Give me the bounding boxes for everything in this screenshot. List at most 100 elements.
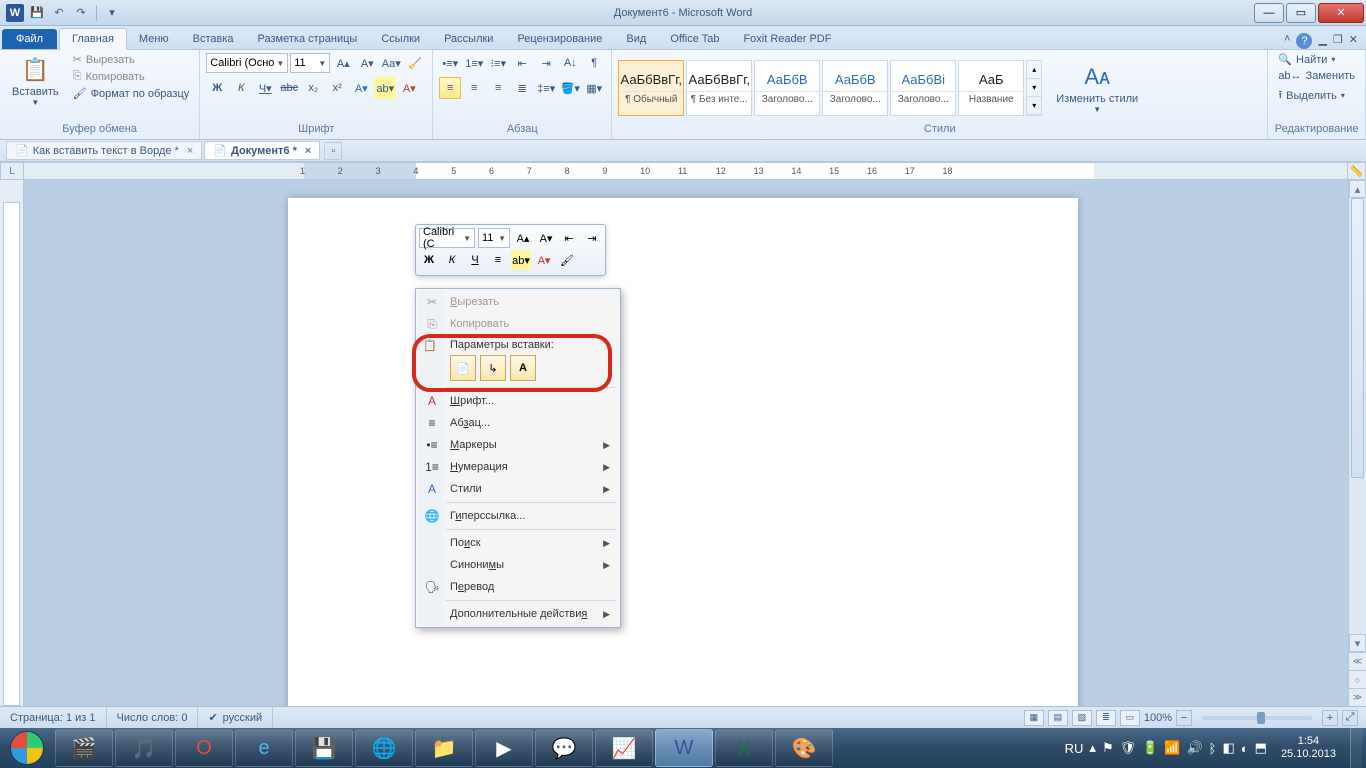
text-effects-icon[interactable]: A▾ [350,77,372,99]
taskbar-app-opera[interactable]: O [175,729,233,767]
redo-icon[interactable]: ↷ [72,4,90,22]
view-print-layout-icon[interactable]: ▦ [1024,710,1044,726]
zoom-in-button[interactable]: + [1322,710,1338,726]
tab-foxit[interactable]: Foxit Reader PDF [731,29,843,49]
horizontal-ruler[interactable] [24,162,1348,180]
ribbon-window-min-icon[interactable]: ▁ [1318,33,1326,49]
close-tab-icon[interactable]: × [305,145,311,157]
mini-increase-indent-icon[interactable]: ⇥ [582,228,602,248]
taskbar-app-mpc[interactable]: 🎬 [55,729,113,767]
align-justify-icon[interactable]: ≣ [511,77,533,99]
taskbar-app-excel[interactable]: X [715,729,773,767]
next-page-icon[interactable]: ≫ [1349,688,1366,706]
help-icon[interactable]: ? [1296,33,1312,49]
underline-button[interactable]: Ч▾ [254,77,276,99]
taskbar-app-paint[interactable]: 🎨 [775,729,833,767]
paste-button[interactable]: 📋 Вставить ▼ [6,52,65,109]
mini-bold-button[interactable]: Ж [419,250,439,270]
vertical-ruler[interactable] [0,180,24,706]
doc-tab-2[interactable]: 📄Документ6 *× [204,141,320,160]
mini-font-color-icon[interactable]: A▾ [534,250,554,270]
tray-show-hidden-icon[interactable]: ▴ [1089,740,1096,756]
bullets-icon[interactable]: •≡▾ [439,52,461,74]
mini-underline-button[interactable]: Ч [465,250,485,270]
tab-home[interactable]: Главная [59,28,127,50]
tab-layout[interactable]: Разметка страницы [246,29,370,49]
status-page[interactable]: Страница: 1 из 1 [0,707,107,728]
mini-size-combo[interactable]: 11▼ [478,228,510,248]
mini-shrink-font-icon[interactable]: A▾ [536,228,556,248]
sort-icon[interactable]: A↓ [559,52,581,74]
ctx-paragraph[interactable]: ≡Абзац... [418,412,618,434]
align-left-icon[interactable]: ≡ [439,77,461,99]
align-center-icon[interactable]: ≡ [463,77,485,99]
ctx-font[interactable]: AШрифт... [418,390,618,412]
zoom-level[interactable]: 100% [1144,712,1172,724]
style-item[interactable]: АаБбВвГг,¶ Обычный [618,60,684,116]
ribbon-window-close-icon[interactable]: ✕ [1349,33,1358,49]
style-item[interactable]: АаБбВвГг,¶ Без инте... [686,60,752,116]
subscript-button[interactable]: x₂ [302,77,324,99]
taskbar-app-save[interactable]: 💾 [295,729,353,767]
replace-button[interactable]: ab↔Заменить [1274,69,1359,83]
close-button[interactable]: ✕ [1318,3,1364,23]
ctx-synonyms[interactable]: Синонимы▶ [418,554,618,576]
taskbar-app-word[interactable]: W [655,729,713,767]
grow-font-icon[interactable]: A▴ [332,52,354,74]
vertical-scrollbar[interactable]: ▴ ▾ ≪ ○ ≫ [1348,180,1366,706]
zoom-knob[interactable] [1257,712,1265,724]
tray-battery-icon[interactable]: 🔋 [1142,740,1158,756]
tab-view[interactable]: Вид [614,29,658,49]
scroll-down-icon[interactable]: ▾ [1349,634,1366,652]
show-desktop-button[interactable] [1350,728,1362,768]
increase-indent-icon[interactable]: ⇥ [535,52,557,74]
shrink-font-icon[interactable]: A▾ [356,52,378,74]
font-color-icon[interactable]: A▾ [398,77,420,99]
qat-customize-icon[interactable]: ▾ [103,4,121,22]
doc-tab-1[interactable]: 📄Как вставить текст в Ворде *× [6,141,202,160]
style-item[interactable]: АаБбВЗаголово... [754,60,820,116]
maximize-button[interactable]: ▭ [1286,3,1316,23]
italic-button[interactable]: К [230,77,252,99]
ctx-hyperlink[interactable]: 🌐Гиперссылка... [418,505,618,527]
ctx-translate[interactable]: 🗣Перевод [418,576,618,598]
multilevel-icon[interactable]: ⁝≡▾ [487,52,509,74]
mini-font-combo[interactable]: Calibri (С▼ [419,228,475,248]
view-web-icon[interactable]: ▧ [1072,710,1092,726]
mini-decrease-indent-icon[interactable]: ⇤ [559,228,579,248]
ctx-numbering[interactable]: 1≡Нумерация▶ [418,456,618,478]
tray-misc1-icon[interactable]: ◧ [1222,740,1234,756]
tray-misc3-icon[interactable]: ⬒ [1255,740,1267,756]
cut-button[interactable]: ✂Вырезать [69,52,194,67]
new-doc-tab[interactable]: ▫ [324,142,342,160]
tray-volume-icon[interactable]: 🔊 [1186,740,1202,756]
ribbon-minimize-icon[interactable]: ˄ [1284,33,1290,49]
taskbar-app-chrome[interactable]: 🌐 [355,729,413,767]
bold-button[interactable]: Ж [206,77,228,99]
file-tab[interactable]: Файл [2,29,57,49]
taskbar-app-msn[interactable]: 💬 [535,729,593,767]
tab-officetab[interactable]: Office Tab [658,29,731,49]
ctx-styles[interactable]: AСтили▶ [418,478,618,500]
minimize-button[interactable]: — [1254,3,1284,23]
taskbar-app-ie[interactable]: e [235,729,293,767]
prev-page-icon[interactable]: ≪ [1349,652,1366,670]
taskbar-app-aimp[interactable]: 🎵 [115,729,173,767]
zoom-out-button[interactable]: − [1176,710,1192,726]
tray-lang[interactable]: RU [1065,741,1084,756]
shading-icon[interactable]: 🪣▾ [559,77,581,99]
change-styles-button[interactable]: Aᴀ Изменить стили ▼ [1050,59,1144,116]
zoom-fit-button[interactable]: ⤢ [1342,710,1358,726]
taskbar-app-explorer[interactable]: 📁 [415,729,473,767]
font-size-combo[interactable]: 11▼ [290,53,330,73]
tray-misc2-icon[interactable]: ◐ [1241,741,1249,756]
tab-mailings[interactable]: Рассылки [432,29,505,49]
copy-button[interactable]: ⎘Копировать [69,69,194,84]
status-words[interactable]: Число слов: 0 [107,707,199,728]
paste-text-only-button[interactable]: A [510,355,536,381]
font-name-combo[interactable]: Calibri (Осно▼ [206,53,288,73]
zoom-slider[interactable] [1202,716,1312,720]
style-gallery-expand[interactable]: ▴▾▾ [1026,60,1042,116]
scroll-thumb[interactable] [1351,198,1364,478]
scroll-track[interactable] [1349,198,1366,634]
